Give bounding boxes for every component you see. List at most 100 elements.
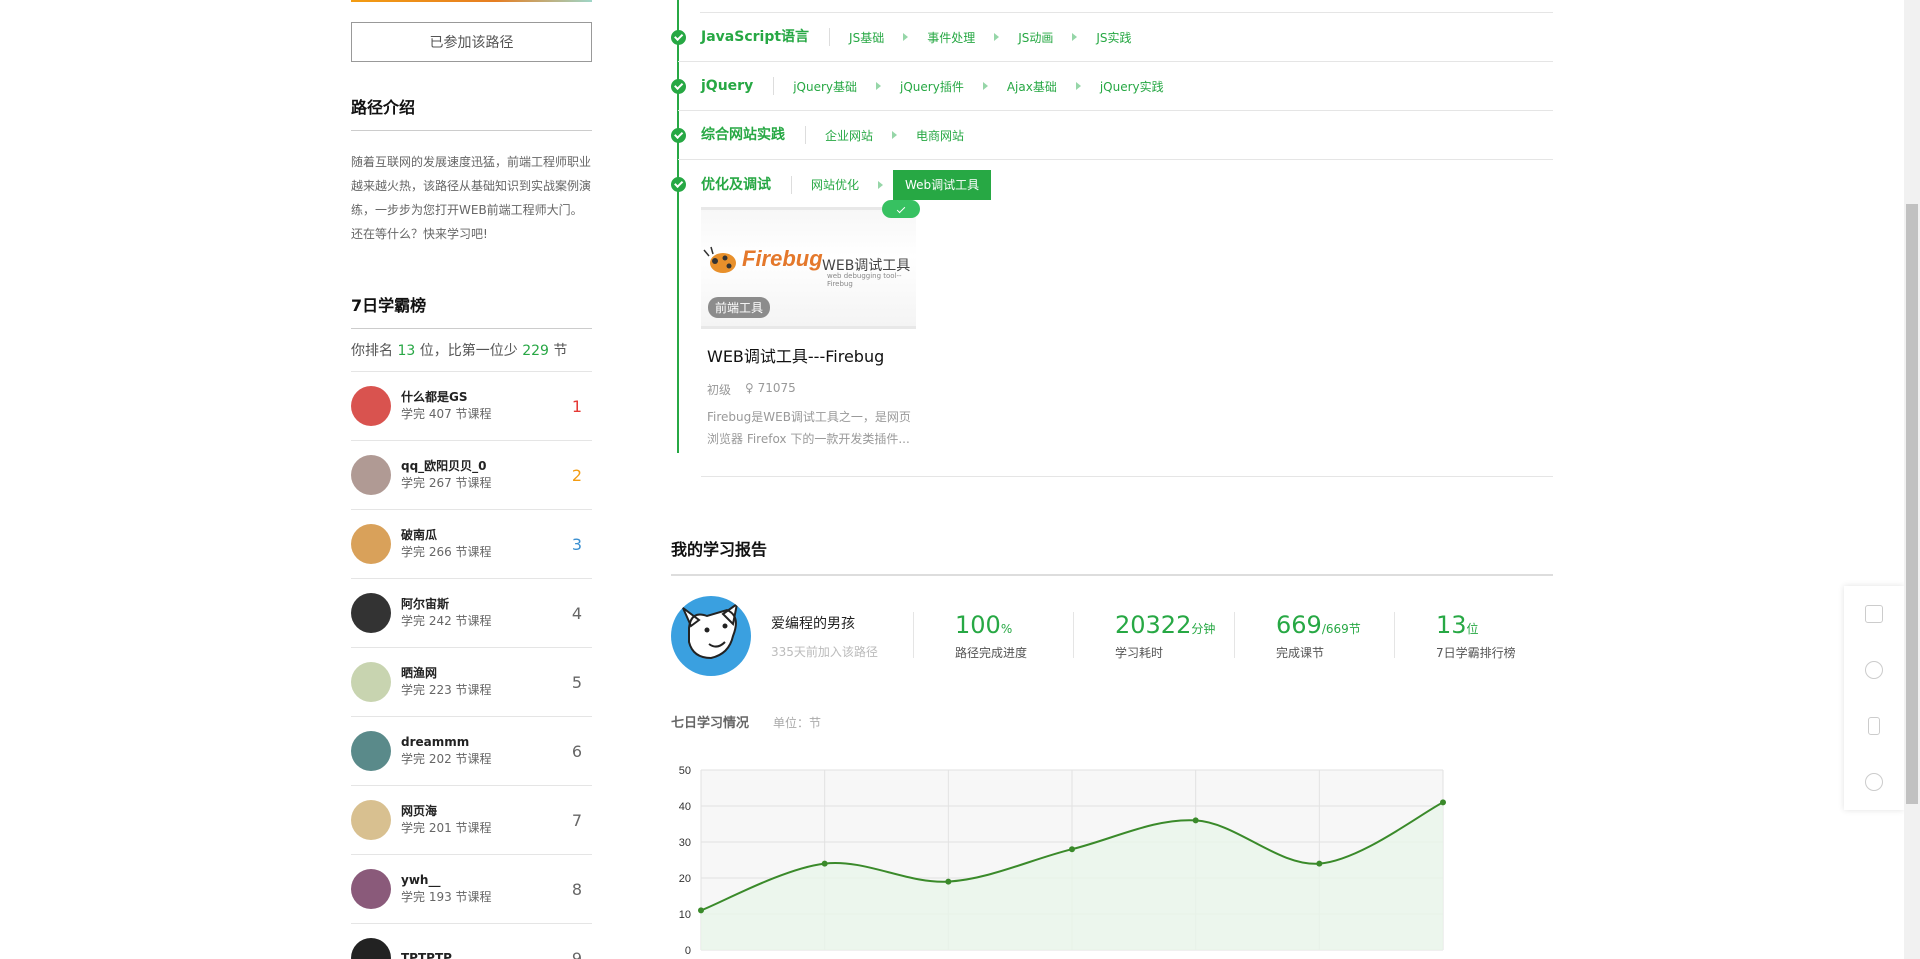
rank-name[interactable]: 阿尔宙斯 xyxy=(401,596,592,613)
joined-path-button[interactable]: 已参加该路径 xyxy=(351,22,592,62)
intro-line: 还在等什么？快来学习吧! xyxy=(351,227,488,241)
step-link[interactable]: 企业网站 xyxy=(812,127,886,144)
feedback-button[interactable] xyxy=(1844,586,1904,642)
stage-title: jQuery xyxy=(701,77,775,95)
rank-number: 8 xyxy=(571,879,582,899)
step-link[interactable]: jQuery实践 xyxy=(1087,78,1177,95)
rank-completed: 学完 407 节课程 xyxy=(401,407,492,421)
step-link[interactable]: JS实践 xyxy=(1083,29,1144,46)
stat-label: 路径完成进度 xyxy=(955,646,1028,660)
y-tick-label: 20 xyxy=(679,873,691,885)
rank-name[interactable]: TPTPTP xyxy=(401,950,592,959)
rank-name[interactable]: 破南瓜 xyxy=(401,527,592,544)
rank-number: 2 xyxy=(571,465,582,485)
firebug-icon xyxy=(703,246,736,273)
avatar[interactable] xyxy=(351,731,391,771)
stage-row: jQuery jQuery基础 jQuery插件 Ajax基础 jQuery实践 xyxy=(671,62,1553,111)
course-title[interactable]: WEB调试工具---Firebug xyxy=(707,343,916,367)
user-name: 爱编程的男孩 xyxy=(771,615,855,632)
rank-name[interactable]: ywh__ xyxy=(401,872,592,889)
help-button[interactable] xyxy=(1844,642,1904,698)
feedback-icon xyxy=(1865,605,1883,623)
rank-item[interactable]: dreammm 学完 202 节课程 6 xyxy=(351,717,592,786)
stat-progress: 100% 路径完成进度 xyxy=(913,612,1028,660)
intro-title: 路径介绍 xyxy=(351,94,592,131)
stage-row: 优化及调试 网站优化 Web调试工具 xyxy=(671,160,1553,209)
data-point xyxy=(1440,799,1446,806)
rank-list: 什么都是GS 学完 407 节课程 1 qq_欧阳贝贝_0 学完 267 节课程 2… xyxy=(351,372,592,959)
stat-value: 669 xyxy=(1276,611,1322,639)
avatar[interactable] xyxy=(351,869,391,909)
data-point xyxy=(1192,817,1199,824)
avatar[interactable] xyxy=(351,455,391,495)
chat-button[interactable] xyxy=(1844,754,1904,810)
rank-item[interactable]: 网页海 学完 201 节课程 7 xyxy=(351,786,592,855)
avatar[interactable] xyxy=(351,662,391,702)
check-icon xyxy=(671,127,686,143)
seven-day-chart: 0 10 20 30 40 50 xyxy=(679,765,1446,957)
scrollbar-thumb[interactable] xyxy=(1906,204,1918,804)
rank-completed: 学完 202 节课程 xyxy=(401,752,492,766)
course-card[interactable]: Firebug WEB调试工具 web debugging tool--Fire… xyxy=(701,200,920,450)
arrow-right-icon xyxy=(1075,82,1081,90)
stage-row: JavaScript语言 JS基础 事件处理 JS动画 JS实践 xyxy=(671,13,1553,62)
arrow-right-icon xyxy=(892,131,898,139)
rank-item[interactable]: ywh__ 学完 193 节课程 8 xyxy=(351,855,592,924)
check-icon xyxy=(671,29,686,45)
step-link[interactable]: 电商网站 xyxy=(903,127,977,144)
mobile-app-button[interactable] xyxy=(1844,698,1904,754)
rank-item[interactable]: TPTPTP 9 xyxy=(351,924,592,959)
intro-line: 练，一步步为您打开WEB前端工程师大门。 xyxy=(351,203,583,217)
step-link[interactable]: Ajax基础 xyxy=(994,78,1070,95)
rank-name[interactable]: 晒渔网 xyxy=(401,665,592,682)
path-banner-edge xyxy=(351,0,592,2)
course-logo-caption: web debugging tool--Firebug xyxy=(827,272,902,288)
rank-number: 5 xyxy=(571,672,582,692)
step-link[interactable]: 网站优化 xyxy=(798,176,872,193)
avatar[interactable] xyxy=(351,800,391,840)
stat-time: 20322分钟 学习耗时 xyxy=(1073,611,1215,660)
rank-item[interactable]: 破南瓜 学完 266 节课程 3 xyxy=(351,510,592,579)
rank-name[interactable]: qq_欧阳贝贝_0 xyxy=(401,458,592,475)
avatar[interactable] xyxy=(351,938,391,959)
avatar[interactable] xyxy=(671,596,751,676)
rank-item[interactable]: 什么都是GS 学完 407 节课程 1 xyxy=(351,372,592,441)
stat-label: 学习耗时 xyxy=(1115,646,1164,660)
user-icon: ♀ xyxy=(745,381,754,395)
rank-number: 7 xyxy=(571,810,582,830)
rank-item[interactable]: qq_欧阳贝贝_0 学完 267 节课程 2 xyxy=(351,441,592,510)
avatar[interactable] xyxy=(351,524,391,564)
learners-count-wrap: ♀ 71075 xyxy=(745,381,796,398)
my-rank-value: 13 xyxy=(397,343,416,359)
step-link[interactable]: jQuery基础 xyxy=(780,78,870,95)
rank-name[interactable]: 什么都是GS xyxy=(401,389,592,406)
avatar[interactable] xyxy=(351,593,391,633)
rank-item[interactable]: 阿尔宙斯 学完 242 节课程 4 xyxy=(351,579,592,648)
step-link[interactable]: JS基础 xyxy=(836,29,897,46)
rank-summary-suffix: 节 xyxy=(553,343,568,359)
stat-value: 20322 xyxy=(1115,611,1192,639)
step-link[interactable]: 事件处理 xyxy=(914,29,988,46)
rank-number: 4 xyxy=(571,603,582,623)
avatar[interactable] xyxy=(351,386,391,426)
stat-label: 7日学霸排行榜 xyxy=(1436,646,1516,660)
arrow-right-icon xyxy=(878,180,884,189)
rank-name[interactable]: dreammm xyxy=(401,734,592,751)
step-link-active[interactable]: Web调试工具 xyxy=(893,169,992,200)
arrow-right-icon xyxy=(903,33,909,41)
rank-completed: 学完 267 节课程 xyxy=(401,476,492,490)
intro-line: 随着互联网的发展速度迅猛，前端工程师职业 xyxy=(351,155,592,169)
y-tick-label: 0 xyxy=(685,945,691,957)
check-icon xyxy=(671,78,686,94)
report-title: 我的学习报告 xyxy=(671,536,1553,576)
y-tick-label: 40 xyxy=(679,801,691,813)
chat-icon xyxy=(1865,773,1883,791)
help-icon xyxy=(1865,661,1883,679)
step-link[interactable]: JS动画 xyxy=(1005,29,1066,46)
stat-unit: % xyxy=(1000,622,1013,636)
step-link[interactable]: jQuery插件 xyxy=(887,78,977,95)
data-point xyxy=(1069,846,1075,853)
rank-name[interactable]: 网页海 xyxy=(401,803,592,820)
rank-item[interactable]: 晒渔网 学完 223 节课程 5 xyxy=(351,648,592,717)
course-thumbnail[interactable]: Firebug WEB调试工具 web debugging tool--Fire… xyxy=(701,207,916,329)
